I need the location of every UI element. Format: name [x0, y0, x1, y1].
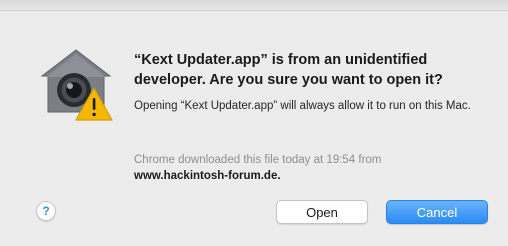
help-icon: ?	[42, 204, 50, 218]
security-alert-dialog: “Kext Updater.app” is from an unidentifi…	[0, 0, 508, 246]
help-button[interactable]: ?	[36, 201, 56, 221]
download-source-url: www.hackintosh-forum.de.	[134, 170, 281, 182]
cancel-button[interactable]: Cancel	[386, 200, 488, 224]
gatekeeper-warning-icon	[36, 44, 116, 124]
download-source-text: Chrome downloaded this file today at 19:…	[134, 154, 382, 166]
dialog-title: “Kext Updater.app” is from an unidentifi…	[134, 52, 443, 88]
open-button[interactable]: Open	[276, 200, 368, 224]
download-source: Chrome downloaded this file today at 19:…	[134, 152, 494, 184]
window-title-bar	[0, 0, 508, 11]
dialog-message: Opening “Kext Updater.app” will always a…	[134, 100, 471, 112]
